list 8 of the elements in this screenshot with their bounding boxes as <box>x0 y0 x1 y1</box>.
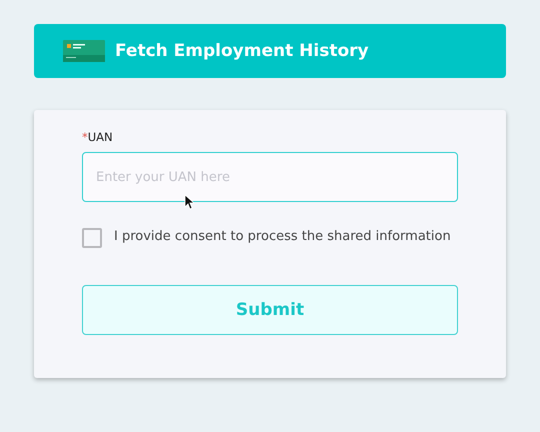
consent-checkbox[interactable] <box>82 228 102 248</box>
pointer-icon <box>184 194 194 210</box>
required-marker: * <box>82 130 88 144</box>
consent-label: I provide consent to process the shared information <box>114 228 451 246</box>
header-title: Fetch Employment History <box>115 41 369 61</box>
card-icon <box>63 40 105 62</box>
submit-button[interactable]: Submit <box>82 285 458 335</box>
field-label: UAN <box>88 130 113 144</box>
